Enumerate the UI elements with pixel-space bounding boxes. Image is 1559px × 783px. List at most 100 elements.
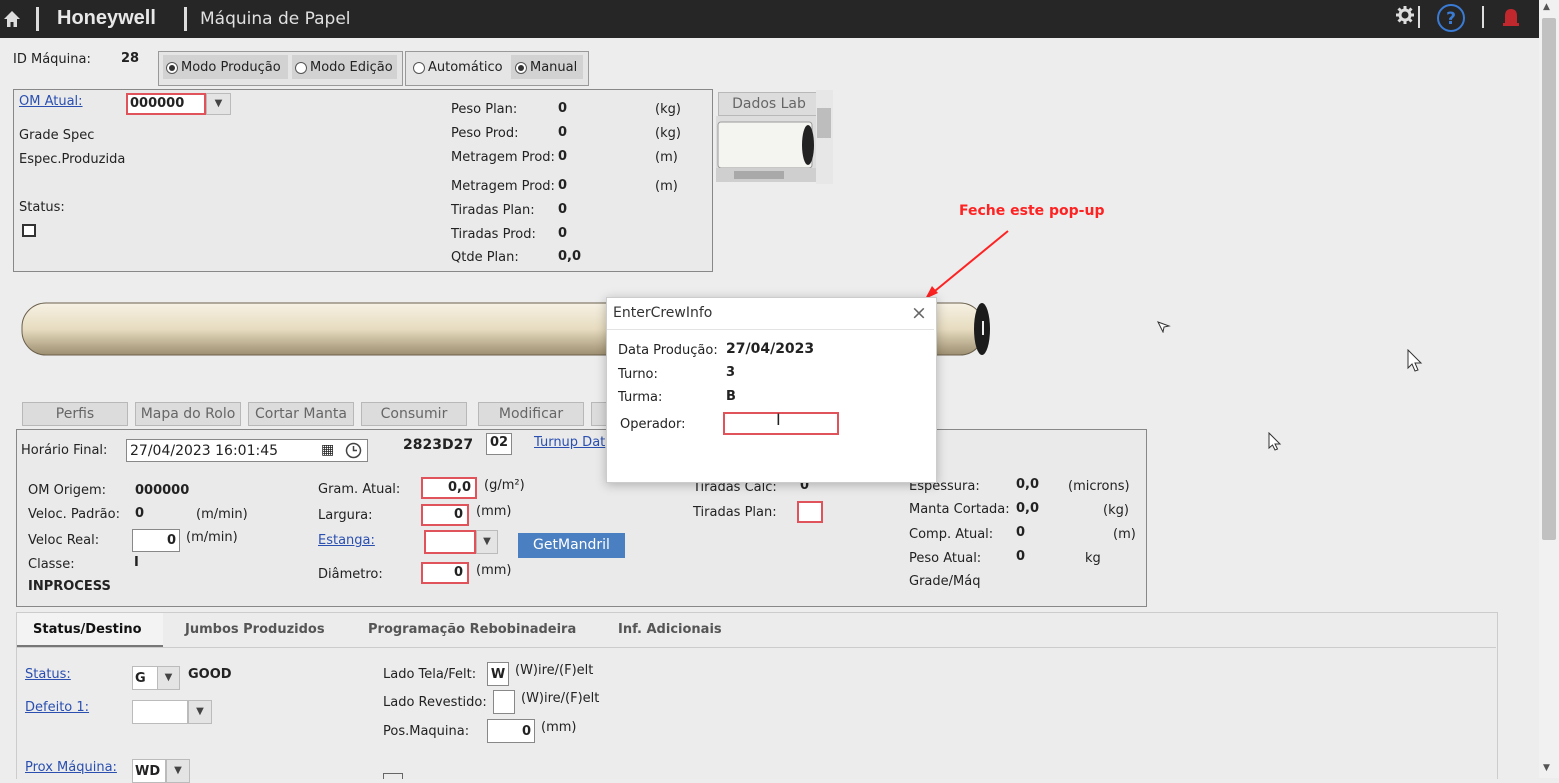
alarm-icon[interactable] bbox=[1500, 5, 1522, 27]
grade-spec-label: Grade Spec bbox=[19, 128, 95, 143]
home-icon[interactable] bbox=[3, 10, 21, 28]
data-producao-label: Data Produção: bbox=[618, 343, 718, 358]
auto-radio[interactable]: Automático bbox=[413, 60, 503, 75]
om-origem-value: 000000 bbox=[135, 483, 190, 498]
tab-2[interactable]: Programação Rebobinadeira bbox=[368, 622, 576, 637]
status-code-select[interactable]: G bbox=[132, 666, 158, 690]
lado-revestido-hint: (W)ire/(F)elt bbox=[521, 691, 600, 706]
lado-tela-hint: (W)ire/(F)elt bbox=[515, 663, 594, 678]
comp-unit: (m) bbox=[1113, 527, 1136, 542]
close-icon[interactable]: × bbox=[911, 302, 927, 324]
manta-unit: (kg) bbox=[1103, 503, 1129, 518]
annotation-arrow-icon bbox=[925, 230, 1009, 299]
dialog-title: EnterCrewInfo bbox=[613, 305, 713, 321]
tiradas-plan-label: Tiradas Plan: bbox=[693, 505, 777, 520]
mouse-cursor-icon bbox=[1157, 321, 1171, 333]
mouse-cursor-icon bbox=[1268, 432, 1282, 451]
weight-label: Peso Plan: bbox=[451, 102, 518, 117]
operador-label: Operador: bbox=[620, 417, 686, 432]
calendar-icon[interactable]: ▦ bbox=[321, 442, 334, 458]
estanga-select[interactable] bbox=[424, 530, 476, 554]
pos-maquina-input[interactable]: 0 bbox=[487, 719, 535, 743]
machine-id-value: 28 bbox=[121, 51, 140, 66]
lado-revestido-input[interactable] bbox=[493, 690, 515, 714]
manta-label: Manta Cortada: bbox=[909, 502, 1010, 517]
weight-label: Qtde Plan: bbox=[451, 250, 519, 265]
scrollbar-thumb[interactable] bbox=[1542, 18, 1556, 540]
turnup-link[interactable]: Turnup Dat bbox=[534, 435, 605, 450]
defeito-select[interactable] bbox=[132, 700, 188, 724]
tab-3[interactable]: Inf. Adicionais bbox=[618, 622, 722, 637]
largura-label: Largura: bbox=[318, 508, 373, 523]
divider bbox=[184, 7, 187, 31]
machine-id-label: ID Máquina: bbox=[13, 52, 91, 67]
weight-label: Metragem Prod: bbox=[451, 179, 555, 194]
largura-unit: (mm) bbox=[476, 504, 512, 519]
scroll-down-icon[interactable]: ▼ bbox=[1543, 763, 1550, 773]
roll-thumbnail bbox=[716, 116, 816, 182]
weight-value: 0,0 bbox=[558, 249, 582, 264]
tab-0[interactable]: Status/Destino bbox=[33, 622, 142, 637]
prox-maquina-link[interactable]: Prox Máquina: bbox=[25, 760, 117, 775]
veloc-real-input[interactable]: 0 bbox=[132, 529, 180, 552]
scroll-up-icon[interactable]: ▲ bbox=[1543, 2, 1550, 12]
lab-scroll-thumb[interactable] bbox=[817, 108, 831, 138]
divider bbox=[36, 7, 39, 31]
defeito-link[interactable]: Defeito 1: bbox=[25, 700, 89, 715]
dados-lab-tab[interactable]: Dados Lab bbox=[718, 92, 820, 116]
om-atual-link[interactable]: OM Atual: bbox=[19, 94, 83, 109]
manual-radio[interactable]: Manual bbox=[515, 60, 577, 75]
diametro-input[interactable]: 0 bbox=[421, 562, 469, 584]
mode-edit-label: Modo Edição bbox=[310, 60, 393, 75]
status-link[interactable]: Status: bbox=[25, 667, 71, 682]
status-label: Status: bbox=[19, 200, 65, 215]
gear-icon[interactable] bbox=[1395, 5, 1415, 25]
diametro-label: Diâmetro: bbox=[318, 567, 383, 582]
estanga-chevron-icon[interactable]: ▼ bbox=[476, 530, 498, 554]
toolbar-button-4[interactable]: Modificar bbox=[478, 402, 584, 426]
status-chevron-icon[interactable]: ▼ bbox=[157, 666, 180, 690]
text-cursor-icon: I bbox=[776, 410, 781, 429]
tiradas-plan-input[interactable] bbox=[797, 501, 823, 523]
om-atual-input[interactable]: 000000 bbox=[126, 93, 206, 115]
help-icon[interactable]: ? bbox=[1436, 3, 1466, 33]
espec-label: Espec.Produzida bbox=[19, 152, 126, 167]
peso-atual-value: 0 bbox=[1016, 549, 1026, 564]
getmandril-button[interactable]: GetMandril bbox=[518, 533, 625, 558]
divider bbox=[1418, 6, 1420, 28]
weight-value: 0 bbox=[558, 101, 568, 116]
weight-label: Peso Prod: bbox=[451, 126, 519, 141]
weight-value: 0 bbox=[558, 149, 568, 164]
peso-atual-label: Peso Atual: bbox=[909, 551, 982, 566]
diametro-unit: (mm) bbox=[476, 563, 512, 578]
om-panel bbox=[13, 89, 713, 272]
toolbar-button-1[interactable]: Mapa do Rolo bbox=[135, 402, 241, 426]
status-icon[interactable] bbox=[22, 224, 36, 237]
annotation-text: Feche este pop-up bbox=[959, 203, 1105, 219]
lado-tela-input[interactable]: W bbox=[487, 662, 509, 686]
prox-maquina-select[interactable]: WD bbox=[132, 759, 166, 783]
gram-input[interactable]: 0,0 bbox=[421, 477, 477, 499]
largura-input[interactable]: 0 bbox=[421, 504, 469, 526]
toolbar-button-0[interactable]: Perfis bbox=[22, 402, 128, 426]
toolbar-button-2[interactable]: Cortar Manta bbox=[248, 402, 354, 426]
estanga-link[interactable]: Estanga: bbox=[318, 533, 375, 548]
comp-value: 0 bbox=[1016, 525, 1026, 540]
checkbox[interactable] bbox=[383, 773, 403, 779]
manual-label: Manual bbox=[530, 60, 578, 75]
toolbar-button-3[interactable]: Consumir bbox=[361, 402, 467, 426]
espessura-unit: (microns) bbox=[1068, 479, 1130, 494]
inprocess-status: INPROCESS bbox=[28, 579, 111, 594]
weight-label: Tiradas Plan: bbox=[451, 203, 535, 218]
classe-value: I bbox=[134, 555, 139, 570]
prox-chevron-icon[interactable]: ▼ bbox=[166, 759, 190, 783]
operador-input[interactable] bbox=[723, 412, 839, 435]
tab-panel bbox=[16, 612, 1498, 779]
tab-1[interactable]: Jumbos Produzidos bbox=[185, 622, 325, 637]
page-title: Máquina de Papel bbox=[200, 9, 351, 29]
roll-code-box[interactable]: 02 bbox=[486, 433, 512, 455]
om-dropdown-chevron-icon[interactable]: ▼ bbox=[206, 93, 231, 115]
defeito-chevron-icon[interactable]: ▼ bbox=[188, 700, 212, 724]
clock-icon[interactable] bbox=[345, 442, 362, 459]
weight-label: Metragem Prod: bbox=[451, 150, 555, 165]
